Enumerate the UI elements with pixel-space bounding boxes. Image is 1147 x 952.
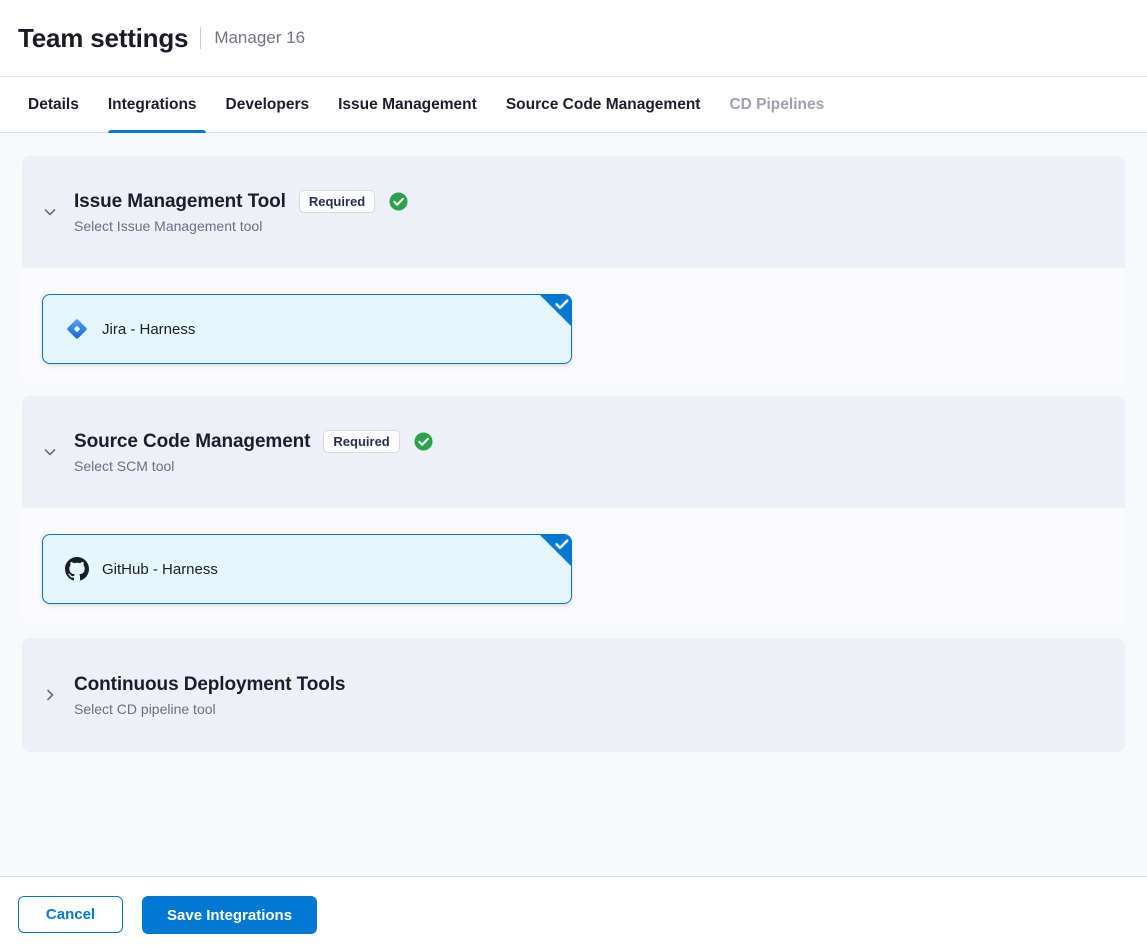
team-settings-page: Team settings Manager 16 Details Integra… (0, 0, 1147, 952)
section-subtitle: Select Issue Management tool (74, 218, 408, 234)
section-complete-check-icon (389, 192, 408, 211)
github-tool-card[interactable]: GitHub - Harness (42, 534, 572, 604)
jira-icon (65, 317, 89, 341)
tab-issue-management[interactable]: Issue Management (338, 77, 477, 132)
team-name: Manager 16 (214, 28, 305, 48)
tab-source-code-management[interactable]: Source Code Management (506, 77, 701, 132)
section-heading: Continuous Deployment Tools Select CD pi… (74, 674, 345, 717)
selected-check-icon (539, 534, 572, 567)
tab-details[interactable]: Details (28, 77, 79, 132)
source-code-management-section-header[interactable]: Source Code Management Required Select S… (22, 396, 1125, 508)
tab-cd-pipelines: CD Pipelines (729, 77, 824, 132)
required-badge: Required (323, 430, 399, 453)
page-title: Team settings (18, 23, 188, 54)
chevron-down-icon[interactable] (42, 204, 58, 220)
section-title: Source Code Management (74, 431, 310, 453)
issue-management-section-header[interactable]: Issue Management Tool Required Select Is… (22, 156, 1125, 268)
cd-tools-section-header[interactable]: Continuous Deployment Tools Select CD pi… (22, 638, 1125, 752)
issue-management-section: Issue Management Tool Required Select Is… (22, 156, 1125, 383)
title-divider (200, 27, 201, 49)
section-complete-check-icon (414, 432, 433, 451)
tool-card-label: Jira - Harness (102, 321, 195, 338)
section-title: Continuous Deployment Tools (74, 674, 345, 696)
selected-check-icon (539, 294, 572, 327)
tool-card-label: GitHub - Harness (102, 561, 218, 578)
tab-developers[interactable]: Developers (226, 77, 310, 132)
section-subtitle: Select CD pipeline tool (74, 701, 345, 717)
required-badge: Required (299, 190, 375, 213)
chevron-right-icon[interactable] (42, 687, 58, 703)
page-header: Team settings Manager 16 (0, 0, 1147, 77)
issue-management-options: Jira - Harness (22, 268, 1125, 383)
jira-tool-card[interactable]: Jira - Harness (42, 294, 572, 364)
footer-bar: Cancel Save Integrations (0, 876, 1147, 952)
section-title: Issue Management Tool (74, 191, 286, 213)
integrations-panel: Issue Management Tool Required Select Is… (0, 133, 1147, 876)
section-heading: Issue Management Tool Required Select Is… (74, 190, 408, 234)
section-heading: Source Code Management Required Select S… (74, 430, 433, 474)
source-code-management-section: Source Code Management Required Select S… (22, 396, 1125, 623)
cancel-button[interactable]: Cancel (18, 896, 123, 933)
tab-bar: Details Integrations Developers Issue Ma… (0, 77, 1147, 133)
cd-tools-section: Continuous Deployment Tools Select CD pi… (22, 638, 1125, 752)
section-subtitle: Select SCM tool (74, 458, 433, 474)
scm-options: GitHub - Harness (22, 508, 1125, 623)
github-icon (65, 557, 89, 581)
tab-integrations[interactable]: Integrations (108, 77, 197, 132)
chevron-down-icon[interactable] (42, 444, 58, 460)
save-integrations-button[interactable]: Save Integrations (142, 896, 317, 934)
